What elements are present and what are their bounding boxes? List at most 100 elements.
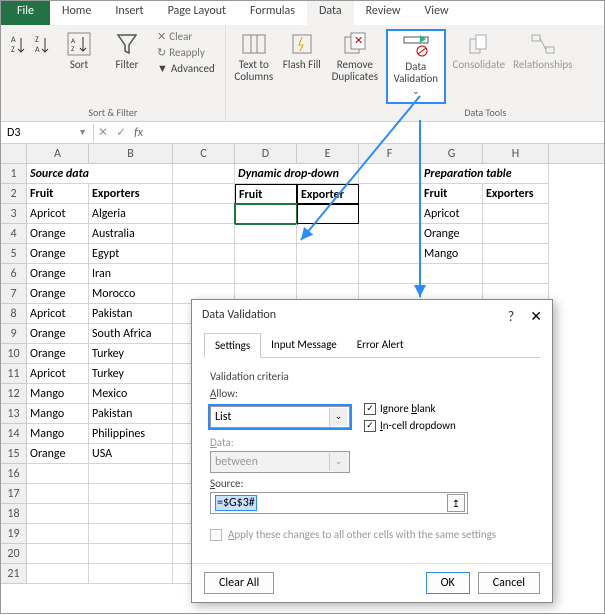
row-header[interactable]: 2: [1, 184, 27, 204]
home-tab[interactable]: Home: [50, 1, 103, 25]
cancel-formula-icon[interactable]: ✕: [98, 125, 108, 140]
cell-A21[interactable]: [27, 564, 89, 584]
consolidate-button[interactable]: Consolidate: [450, 29, 508, 104]
cell-G4[interactable]: Orange: [421, 224, 483, 244]
filter-button[interactable]: Filter: [105, 29, 149, 104]
clear-button[interactable]: ✕Clear: [153, 29, 219, 44]
row-header[interactable]: 19: [1, 524, 27, 544]
cell-H5[interactable]: [483, 244, 549, 264]
sort-desc-button[interactable]: ZA: [31, 29, 53, 63]
cell-C2[interactable]: [173, 184, 235, 204]
cell-B13[interactable]: Pakistan: [89, 404, 173, 424]
tab-input-message[interactable]: Input Message: [261, 333, 347, 357]
cell-E6[interactable]: [297, 264, 359, 284]
advanced-button[interactable]: ▼Advanced: [153, 61, 219, 76]
cell-D3[interactable]: [235, 204, 297, 224]
row-header[interactable]: 1: [1, 164, 27, 184]
flash-fill-button[interactable]: Flash Fill: [280, 29, 324, 104]
row-header[interactable]: 3: [1, 204, 27, 224]
clear-all-button[interactable]: Clear All: [204, 572, 274, 594]
cell-D5[interactable]: [235, 244, 297, 264]
cell-A19[interactable]: [27, 524, 89, 544]
cell-A7[interactable]: Orange: [27, 284, 89, 304]
cell-D4[interactable]: [235, 224, 297, 244]
cell-E2[interactable]: Exporter: [297, 184, 359, 204]
cell-D1[interactable]: Dynamic drop-down: [235, 164, 297, 184]
fx-icon[interactable]: fx: [134, 126, 143, 140]
sort-asc-button[interactable]: AZ: [7, 29, 29, 63]
source-input[interactable]: =$G$3# ↥: [210, 492, 468, 514]
row-header[interactable]: 21: [1, 564, 27, 584]
cell-B11[interactable]: Turkey: [89, 364, 173, 384]
row-header[interactable]: 5: [1, 244, 27, 264]
review-tab[interactable]: Review: [354, 1, 413, 25]
close-button[interactable]: ✕: [530, 308, 542, 325]
cell-F5[interactable]: [359, 244, 421, 264]
cell-H2[interactable]: Exporters: [483, 184, 549, 204]
cell-F3[interactable]: [359, 204, 421, 224]
ignore-blank-checkbox[interactable]: ✓ Ignore blank: [364, 402, 456, 415]
row-header[interactable]: 7: [1, 284, 27, 304]
range-picker-button[interactable]: ↥: [447, 494, 465, 512]
cell-A6[interactable]: Orange: [27, 264, 89, 284]
row-header[interactable]: 13: [1, 404, 27, 424]
name-box[interactable]: D3 ▼: [1, 124, 94, 142]
cell-F1[interactable]: [359, 164, 421, 184]
cell-A3[interactable]: Apricot: [27, 204, 89, 224]
row-header[interactable]: 8: [1, 304, 27, 324]
sort-button[interactable]: AZ Sort: [57, 29, 101, 104]
relationships-button[interactable]: Relationships: [512, 29, 574, 104]
row-header[interactable]: 6: [1, 264, 27, 284]
cell-B14[interactable]: Philippines: [89, 424, 173, 444]
row-header[interactable]: 14: [1, 424, 27, 444]
cell-A14[interactable]: Mango: [27, 424, 89, 444]
cell-A18[interactable]: [27, 504, 89, 524]
col-header[interactable]: F: [359, 144, 421, 163]
help-button[interactable]: ?: [508, 308, 515, 325]
cell-E3[interactable]: [297, 204, 359, 224]
cancel-button[interactable]: Cancel: [478, 572, 540, 594]
col-header[interactable]: G: [421, 144, 483, 163]
cell-F4[interactable]: [359, 224, 421, 244]
row-header[interactable]: 4: [1, 224, 27, 244]
cell-A10[interactable]: Orange: [27, 344, 89, 364]
page-layout-tab[interactable]: Page Layout: [156, 1, 238, 25]
cell-B10[interactable]: Turkey: [89, 344, 173, 364]
cell-G6[interactable]: [421, 264, 483, 284]
cell-H1[interactable]: [483, 164, 549, 184]
cell-B21[interactable]: [89, 564, 173, 584]
cell-A1[interactable]: Source data: [27, 164, 89, 184]
cell-C6[interactable]: [173, 264, 235, 284]
cell-B5[interactable]: Egypt: [89, 244, 173, 264]
cell-B20[interactable]: [89, 544, 173, 564]
cell-A5[interactable]: Orange: [27, 244, 89, 264]
cell-F2[interactable]: [359, 184, 421, 204]
select-all-corner[interactable]: [1, 144, 27, 163]
cell-E5[interactable]: [297, 244, 359, 264]
cell-C3[interactable]: [173, 204, 235, 224]
cell-A13[interactable]: Mango: [27, 404, 89, 424]
cell-E4[interactable]: [297, 224, 359, 244]
cell-A16[interactable]: [27, 464, 89, 484]
cell-B7[interactable]: Morocco: [89, 284, 173, 304]
cell-H4[interactable]: [483, 224, 549, 244]
cell-D2[interactable]: Fruit: [235, 184, 297, 204]
cell-B4[interactable]: Australia: [89, 224, 173, 244]
cell-B17[interactable]: [89, 484, 173, 504]
cell-G5[interactable]: Mango: [421, 244, 483, 264]
col-header[interactable]: D: [235, 144, 297, 163]
cell-A20[interactable]: [27, 544, 89, 564]
col-header[interactable]: E: [297, 144, 359, 163]
cell-B16[interactable]: [89, 464, 173, 484]
row-header[interactable]: 16: [1, 464, 27, 484]
col-header[interactable]: A: [27, 144, 89, 163]
col-header[interactable]: C: [173, 144, 235, 163]
row-header[interactable]: 15: [1, 444, 27, 464]
ok-button[interactable]: OK: [426, 572, 470, 594]
tab-error-alert[interactable]: Error Alert: [347, 333, 414, 357]
cell-E1[interactable]: [297, 164, 359, 184]
data-validation-button[interactable]: Data Validation ⌄: [386, 29, 446, 104]
row-header[interactable]: 18: [1, 504, 27, 524]
cell-G1[interactable]: Preparation table: [421, 164, 483, 184]
cell-B12[interactable]: Mexico: [89, 384, 173, 404]
